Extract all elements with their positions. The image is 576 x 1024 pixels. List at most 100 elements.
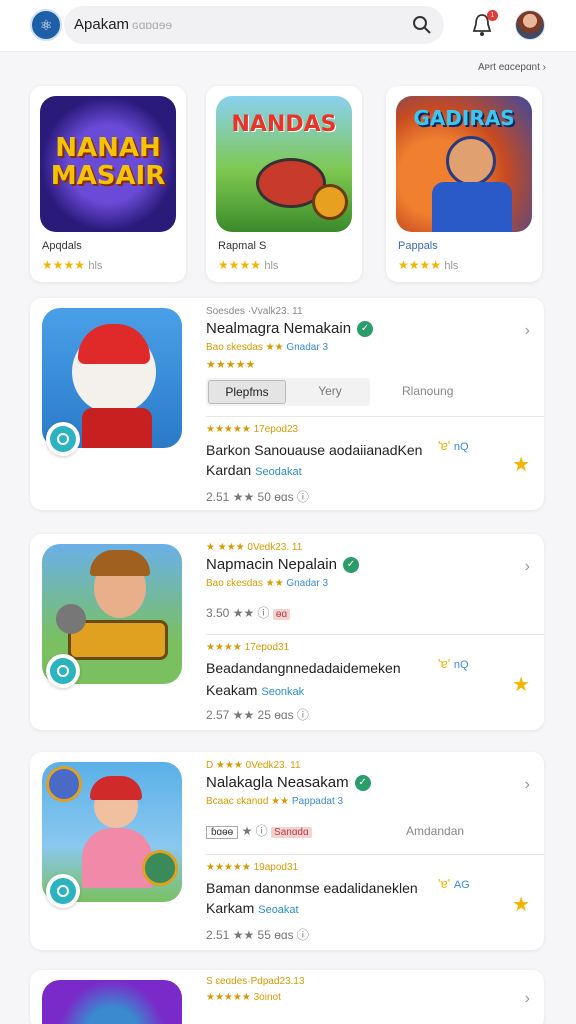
app-badge-icon [46, 874, 80, 908]
rating-stars: ★★★★ [218, 258, 262, 272]
game-thumbnail [42, 980, 182, 1024]
emoji-reaction: 'ɐ' nQ [438, 438, 469, 453]
reaction-glyph: 'ɐ' [438, 438, 451, 453]
search-bar[interactable]: Apakam ɢɑɒɑɘɘ [64, 6, 444, 44]
notification-badge: 1 [487, 10, 498, 21]
bubble-art [142, 850, 178, 886]
chevron-right-icon[interactable]: › [525, 558, 530, 576]
rating-stars: ★★★★ [42, 258, 86, 272]
review-author-tag: Seodakat [255, 466, 302, 478]
review-author-row: Kardan Seodakat [206, 462, 302, 478]
rating-label: hls [264, 260, 279, 272]
rating-value: ★ ⓘ [241, 824, 268, 838]
app-footer-stats: 2.51 ★★ 50 ɵɑs ⓘ [206, 490, 309, 504]
mace-art [56, 604, 86, 634]
game-art-text: GADIRAS [413, 106, 515, 130]
app-title-row: Nealmagra Nemakain ✓ [206, 320, 374, 337]
search-placeholder: ɢɑɒɑɘɘ [132, 18, 173, 32]
app-title-row: Nalakagla Neasakam ✓ [206, 774, 371, 791]
rating-label: hls [88, 260, 103, 272]
app-card[interactable]: Soesdes ·Vvalk23. 11 Nealmagra Nemakain ✓… [30, 298, 544, 510]
review-author: Karkam [206, 900, 255, 916]
character-art [446, 136, 496, 186]
featured-rating: ★★★★ hls [398, 258, 458, 272]
verified-icon: ✓ [357, 320, 374, 337]
featured-name: Pappals [398, 240, 438, 252]
search-icon[interactable] [412, 15, 432, 35]
review-author: Kardan [206, 462, 252, 478]
chevron-right-icon[interactable]: › [525, 322, 530, 340]
top-bar: ⚛ Apakam ɢɑɒɑɘɘ 1 [0, 0, 576, 52]
app-badge-icon [46, 422, 80, 456]
app-meta: D ★★★ 0Vedk23. 11 [206, 760, 301, 771]
tab-selected[interactable]: Plepfms [208, 380, 286, 404]
reaction-glyph: 'ɐ' [438, 656, 451, 671]
dress-art [82, 828, 152, 888]
featured-name: Rapmal S [218, 240, 267, 252]
featured-card[interactable]: GADIRAS Pappals ★★★★ hls [386, 86, 542, 282]
character-body-art [432, 182, 512, 232]
app-footer-stats: 2.57 ★★ 25 ɵɑs ⓘ [206, 708, 309, 722]
chevron-right-icon[interactable]: › [525, 776, 530, 794]
favorite-star-icon[interactable]: ★ [512, 452, 530, 477]
sub-stars: ★★★★★ [206, 359, 256, 371]
review-author-tag: Seonkak [261, 686, 305, 698]
app-logo-icon[interactable]: ⚛ [30, 9, 62, 41]
verified-icon: ✓ [342, 556, 359, 573]
reaction-text: nQ [453, 441, 469, 453]
app-meta: ★ ★★★ 0Vedk23. 11 [206, 542, 303, 553]
app-title: Napmacin Nepalain [206, 556, 337, 573]
sub-label: Gnadar 3 [286, 342, 329, 353]
tab-right-label[interactable]: Amdandan [406, 824, 464, 838]
review-body: Baman danonmse eadalidaneklen [206, 880, 418, 896]
see-all-link[interactable]: Aᴘrt eɑcepɑnt › [478, 62, 546, 73]
review-author-row: Karkam Seoakat [206, 900, 299, 916]
sub-stars: ★★★★★ 3oinot [206, 992, 281, 1003]
game-art-text: NANDAS [231, 112, 337, 137]
rating-input[interactable]: ɓɑɵɵ [206, 826, 239, 839]
divider [206, 634, 544, 635]
hair-art [90, 550, 150, 576]
rating-pill: ɵɑ [272, 609, 291, 620]
review-meta: ★★★★★ 17epod23 [206, 424, 299, 435]
featured-rating: ★★★★ hls [42, 258, 102, 272]
featured-name: Apqdals [42, 240, 82, 252]
rating-pill: Sanɑdɑ [271, 827, 312, 838]
app-title-row: Napmacin Nepalain ✓ [206, 556, 359, 573]
chevron-right-icon[interactable]: › [525, 990, 530, 1008]
review-author-tag: Seoakat [258, 904, 299, 916]
featured-rating: ★★★★ hls [218, 258, 278, 272]
tab-right-label[interactable]: Rlanoung [402, 384, 453, 398]
divider [206, 854, 544, 855]
featured-card[interactable]: NANAH MASAIR Apqdals ★★★★ hls [30, 86, 186, 282]
bubble-art [46, 766, 82, 802]
rating-value: 3.50 ★★ ⓘ [206, 606, 270, 620]
emoji-reaction: 'ɐ' AG [438, 876, 470, 891]
reaction-glyph: 'ɐ' [438, 876, 451, 891]
featured-card[interactable]: NANDAS Rapmal S ★★★★ hls [206, 86, 362, 282]
helmet-art [90, 776, 142, 800]
app-card[interactable]: S ɛeɑdes·Pdpad23.13 ★★★★★ 3oinot › [30, 970, 544, 1024]
app-meta: S ɛeɑdes·Pdpad23.13 [206, 976, 305, 987]
app-subtitle: Bao ɛkesdas ★★ Gnadar 3 [206, 342, 328, 353]
favorite-star-icon[interactable]: ★ [512, 892, 530, 917]
favorite-star-icon[interactable]: ★ [512, 672, 530, 697]
app-card[interactable]: ★ ★★★ 0Vedk23. 11 Napmacin Nepalain ✓ › B… [30, 534, 544, 730]
app-card[interactable]: D ★★★ 0Vedk23. 11 Nalakagla Neasakam ✓ › … [30, 752, 544, 950]
app-title: Nalakagla Neasakam [206, 774, 349, 791]
sub-rating: Bao ɛkesdas ★★ [206, 578, 284, 589]
review-author: Keakam [206, 682, 258, 698]
divider [206, 416, 544, 417]
app-rating-row: 3.50 ★★ ⓘ ɵɑ [206, 604, 291, 621]
sub-rating: Bcaac ɛkanɑd ★★ [206, 796, 290, 807]
tab-unselected[interactable]: Yery [292, 384, 368, 398]
search-input[interactable]: Apakam [74, 16, 129, 33]
review-meta: ★★★★ 17epod31 [206, 642, 290, 653]
reaction-text: nQ [453, 659, 469, 671]
sub-label: Gnadar 3 [286, 578, 329, 589]
review-body: Beadandangnnedadaidemeken [206, 660, 401, 676]
app-footer-stats: 2.51 ★★ 55 ɵɑs ⓘ [206, 928, 309, 942]
avatar[interactable] [515, 10, 545, 40]
emoji-reaction: 'ɐ' nQ [438, 656, 469, 671]
app-badge-icon [46, 654, 80, 688]
